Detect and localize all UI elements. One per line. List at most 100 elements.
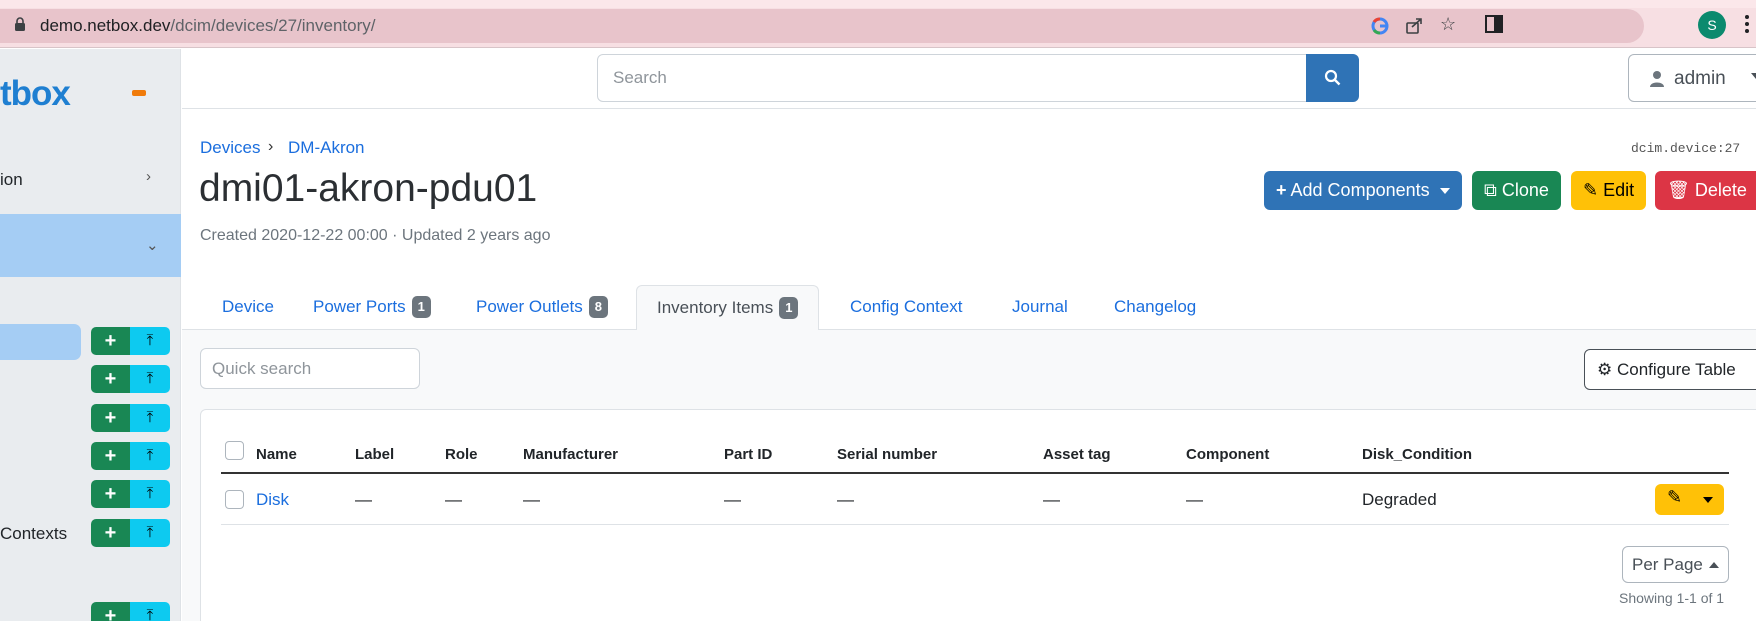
sidebar-toggle-icon[interactable] [1485,15,1503,33]
column-header-asset-tag[interactable]: Asset tag [1043,446,1111,463]
add-icon[interactable]: + [91,519,130,547]
cell-disk-condition: Degraded [1362,490,1437,509]
tab-label: Inventory Items [657,298,774,317]
delete-label: Delete [1694,180,1747,200]
sidebar-item-config-contexts[interactable]: Contexts [0,524,67,544]
url-host: demo.netbox.dev [40,16,171,35]
search-input[interactable] [597,54,1308,102]
trash-icon: 🗑 [1667,180,1690,200]
add-icon[interactable]: + [91,404,130,432]
star-icon[interactable]: ☆ [1440,15,1456,33]
tab-config-context[interactable]: Config Context [830,285,982,329]
breadcrumb-devices[interactable]: Devices [200,138,260,158]
sidebar-button-group: + ⤒ [91,480,170,508]
chevron-down-icon: ⌄ [146,237,159,254]
clone-button[interactable]: ⧉ Clone [1472,171,1561,210]
column-header-disk-condition[interactable]: Disk_Condition [1362,446,1472,463]
share-icon[interactable] [1404,16,1424,36]
chevron-right-icon: › [146,168,151,185]
sidebar-item-selected[interactable] [0,324,81,360]
add-icon[interactable]: + [91,365,130,393]
add-components-button[interactable]: + Add Components [1264,171,1462,210]
address-bar[interactable]: demo.netbox.dev/dcim/devices/27/inventor… [0,9,1644,43]
configure-table-button[interactable]: ⚙ Configure Table [1584,349,1756,390]
caret-down-icon [1751,73,1756,79]
browser-tab-strip [0,0,1756,8]
netbox-logo[interactable]: tbox [0,74,71,114]
column-header-name[interactable]: Name [256,446,297,463]
inventory-item-link[interactable]: Disk [256,490,289,510]
gear-icon: ⚙ [1597,360,1613,379]
import-icon[interactable]: ⤒ [130,327,170,355]
pencil-icon[interactable]: ✎ [1667,487,1682,508]
sidebar-button-group: + ⤒ [91,327,170,355]
cell-serial-number: — [837,490,854,509]
tab-label: Power Outlets [476,297,583,316]
import-icon[interactable]: ⤒ [130,365,170,393]
sidebar-item-organization[interactable]: ion [0,170,23,190]
import-icon[interactable]: ⤒ [130,480,170,508]
tab-label: Config Context [850,297,963,316]
tab-power-ports[interactable]: Power Ports 1 [293,285,451,329]
sidebar-button-group: + ⤒ [91,602,170,621]
object-type-label: dcim.device:27 [1631,141,1741,156]
import-icon[interactable]: ⤒ [130,519,170,547]
sidebar-button-group: + ⤒ [91,519,170,547]
count-badge: 8 [588,296,608,318]
add-icon[interactable]: + [91,442,130,470]
cell-role: — [445,490,462,509]
row-checkbox[interactable] [225,490,244,509]
column-header-component[interactable]: Component [1186,446,1269,463]
table-row-divider [221,524,1729,525]
user-name: admin [1674,68,1726,89]
column-header-role[interactable]: Role [445,446,478,463]
column-header-part-id[interactable]: Part ID [724,446,772,463]
column-header-manufacturer[interactable]: Manufacturer [523,446,618,463]
user-menu-button[interactable]: admin [1628,54,1756,102]
cell-label: — [355,490,372,509]
tab-journal[interactable]: Journal [992,285,1088,329]
tab-label: Journal [1012,297,1068,316]
quick-search-input[interactable] [200,348,420,389]
column-header-label[interactable]: Label [355,446,394,463]
pencil-icon: ✎ [1583,180,1599,200]
tab-label: Power Ports [313,297,406,316]
url-text: demo.netbox.dev/dcim/devices/27/inventor… [40,16,375,36]
count-badge: 1 [779,297,799,319]
per-page-dropdown[interactable]: Per Page [1622,546,1729,583]
breadcrumb-site[interactable]: DM-Akron [288,138,365,158]
add-icon[interactable]: + [91,602,130,621]
tab-inventory-items[interactable]: Inventory Items 1 [636,285,820,331]
tab-power-outlets[interactable]: Power Outlets 8 [456,285,628,329]
edit-button[interactable]: ✎ Edit [1571,171,1646,210]
caret-down-icon [1440,188,1450,194]
import-icon[interactable]: ⤒ [130,404,170,432]
clone-label: Clone [1501,180,1549,200]
breadcrumb-separator-icon: › [268,138,274,155]
caret-down-icon[interactable] [1703,497,1713,503]
menu-dots-icon[interactable] [1744,14,1750,34]
add-icon[interactable]: + [91,480,130,508]
google-icon[interactable] [1370,16,1390,36]
sidebar-button-group: + ⤒ [91,365,170,393]
tab-label: Device [222,297,274,316]
page-meta: Created 2020-12-22 00:00 · Updated 2 yea… [200,227,551,244]
user-icon [1650,71,1664,87]
column-header-serial-number[interactable]: Serial number [837,446,937,463]
count-badge: 1 [411,296,431,318]
add-components-label: Add Components [1290,180,1430,200]
pin-icon[interactable] [132,90,146,96]
caret-up-icon [1709,562,1719,568]
select-all-checkbox[interactable] [225,441,244,460]
search-button[interactable] [1306,54,1359,102]
tab-device[interactable]: Device [202,285,294,329]
import-icon[interactable]: ⤒ [130,442,170,470]
import-icon[interactable]: ⤒ [130,602,170,621]
profile-icon[interactable]: S [1698,11,1726,39]
tab-label: Changelog [1114,297,1197,316]
copy-icon: ⧉ [1484,180,1497,200]
add-icon[interactable]: + [91,327,130,355]
plus-icon: + [1276,180,1287,200]
tab-changelog[interactable]: Changelog [1094,285,1216,329]
delete-button[interactable]: 🗑 Delete [1655,171,1756,210]
